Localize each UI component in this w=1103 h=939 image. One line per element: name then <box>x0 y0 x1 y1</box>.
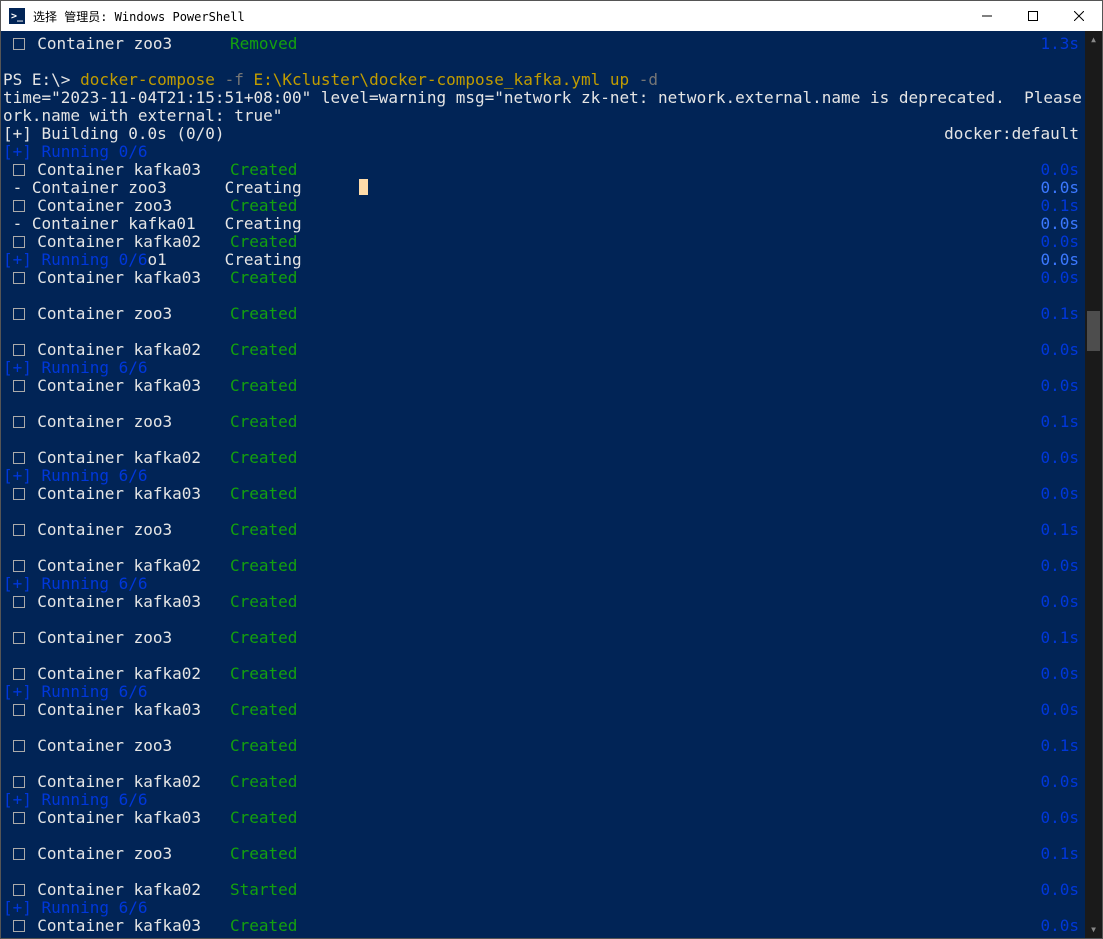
blank-line <box>3 539 1083 557</box>
terminal[interactable]: Container zoo3 Removed1.3s PS E:\> docker… <box>1 31 1085 938</box>
checkbox-icon <box>13 740 25 752</box>
blank-line <box>3 53 1083 71</box>
container-line: Container zoo3 Created0.1s <box>3 845 1083 863</box>
titlebar[interactable]: >_ 选择 管理员: Windows PowerShell <box>1 1 1102 31</box>
container-line: Container zoo3 Created0.1s <box>3 629 1083 647</box>
warning-line: ork.name with external: true" <box>3 107 1083 125</box>
running-line: [+] Running 6/6 <box>3 683 1083 701</box>
blank-line <box>3 287 1083 305</box>
checkbox-icon <box>13 380 25 392</box>
blank-line <box>3 827 1083 845</box>
output-line: Container zoo3 Removed1.3s <box>3 35 1083 53</box>
checkbox-icon <box>13 164 25 176</box>
scroll-thumb[interactable] <box>1087 311 1100 351</box>
container-line: - Container kafka01 Creating0.0s <box>3 215 1083 233</box>
minimize-button[interactable] <box>964 1 1010 31</box>
checkbox-icon <box>13 524 25 536</box>
checkbox-icon <box>13 272 25 284</box>
container-line: Container kafka02 Created0.0s <box>3 665 1083 683</box>
container-line: Container kafka02 Started0.0s <box>3 881 1083 899</box>
blank-line <box>3 611 1083 629</box>
text-cursor <box>359 179 368 195</box>
checkbox-icon <box>13 632 25 644</box>
container-line: Container zoo3 Created0.1s <box>3 521 1083 539</box>
blank-line <box>3 647 1083 665</box>
checkbox-icon <box>13 920 25 932</box>
blank-line <box>3 503 1083 521</box>
checkbox-icon <box>13 344 25 356</box>
terminal-wrap: Container zoo3 Removed1.3s PS E:\> docker… <box>1 31 1102 938</box>
window-title: 选择 管理员: Windows PowerShell <box>31 8 964 25</box>
checkbox-icon <box>13 416 25 428</box>
checkbox-icon <box>13 452 25 464</box>
checkbox-icon <box>13 848 25 860</box>
container-line: Container kafka02 Created0.0s <box>3 557 1083 575</box>
container-line: Container kafka03 Created0.0s <box>3 161 1083 179</box>
blank-line <box>3 719 1083 737</box>
blank-line <box>3 431 1083 449</box>
container-line: Container kafka02 Created0.0s <box>3 233 1083 251</box>
running-line: [+] Running 6/6 <box>3 899 1083 917</box>
container-line: Container zoo3 Created0.1s <box>3 197 1083 215</box>
blank-line <box>3 863 1083 881</box>
checkbox-icon <box>13 596 25 608</box>
running-line: [+] Running 6/6 <box>3 467 1083 485</box>
building-line: [+] Building 0.0s (0/0)docker:default <box>3 125 1083 143</box>
container-line: Container zoo3 Created0.1s <box>3 413 1083 431</box>
powershell-window: >_ 选择 管理员: Windows PowerShell Container … <box>0 0 1103 939</box>
checkbox-icon <box>13 200 25 212</box>
container-line: Container kafka03 Created0.0s <box>3 809 1083 827</box>
blank-line <box>3 323 1083 341</box>
prompt-line: PS E:\> docker-compose -f E:\Kcluster\do… <box>3 71 1083 89</box>
container-line: Container kafka03 Created0.0s <box>3 269 1083 287</box>
container-line: Container kafka03 Created0.0s <box>3 701 1083 719</box>
close-button[interactable] <box>1056 1 1102 31</box>
container-line: Container kafka02 Created0.0s <box>3 341 1083 359</box>
running-line: [+] Running 6/6 <box>3 359 1083 377</box>
maximize-button[interactable] <box>1010 1 1056 31</box>
container-line: Container kafka03 Created0.0s <box>3 485 1083 503</box>
blank-line <box>3 395 1083 413</box>
container-line: Container kafka02 Created0.0s <box>3 773 1083 791</box>
container-line: - Container zoo3 Creating 0.0s <box>3 179 1083 197</box>
checkbox-icon <box>13 308 25 320</box>
running-line: [+] Running 0/6 <box>3 143 1083 161</box>
container-line: Container kafka03 Created0.0s <box>3 917 1083 935</box>
scroll-down-icon[interactable]: ▼ <box>1085 921 1102 938</box>
checkbox-icon <box>13 560 25 572</box>
container-line: Container kafka02 Created0.0s <box>3 449 1083 467</box>
container-line: Container zoo3 Created0.1s <box>3 737 1083 755</box>
checkbox-icon <box>13 668 25 680</box>
blank-line <box>3 755 1083 773</box>
container-line: Container zoo3 Created0.1s <box>3 305 1083 323</box>
checkbox-icon <box>13 236 25 248</box>
warning-line: time="2023-11-04T21:15:51+08:00" level=w… <box>3 89 1083 107</box>
checkbox-icon <box>13 38 25 50</box>
container-line: Container kafka03 Created0.0s <box>3 377 1083 395</box>
container-line: Container kafka03 Created0.0s <box>3 593 1083 611</box>
powershell-icon: >_ <box>9 8 25 24</box>
checkbox-icon <box>13 704 25 716</box>
running-line: [+] Running 6/6 <box>3 575 1083 593</box>
checkbox-icon <box>13 812 25 824</box>
window-controls <box>964 1 1102 31</box>
checkbox-icon <box>13 884 25 896</box>
running-line: [+] Running 6/6 <box>3 791 1083 809</box>
scroll-up-icon[interactable]: ▲ <box>1085 31 1102 48</box>
checkbox-icon <box>13 488 25 500</box>
scrollbar[interactable]: ▲ ▼ <box>1085 31 1102 938</box>
container-line: [+] Running 0/6o1 Creating0.0s <box>3 251 1083 269</box>
checkbox-icon <box>13 776 25 788</box>
